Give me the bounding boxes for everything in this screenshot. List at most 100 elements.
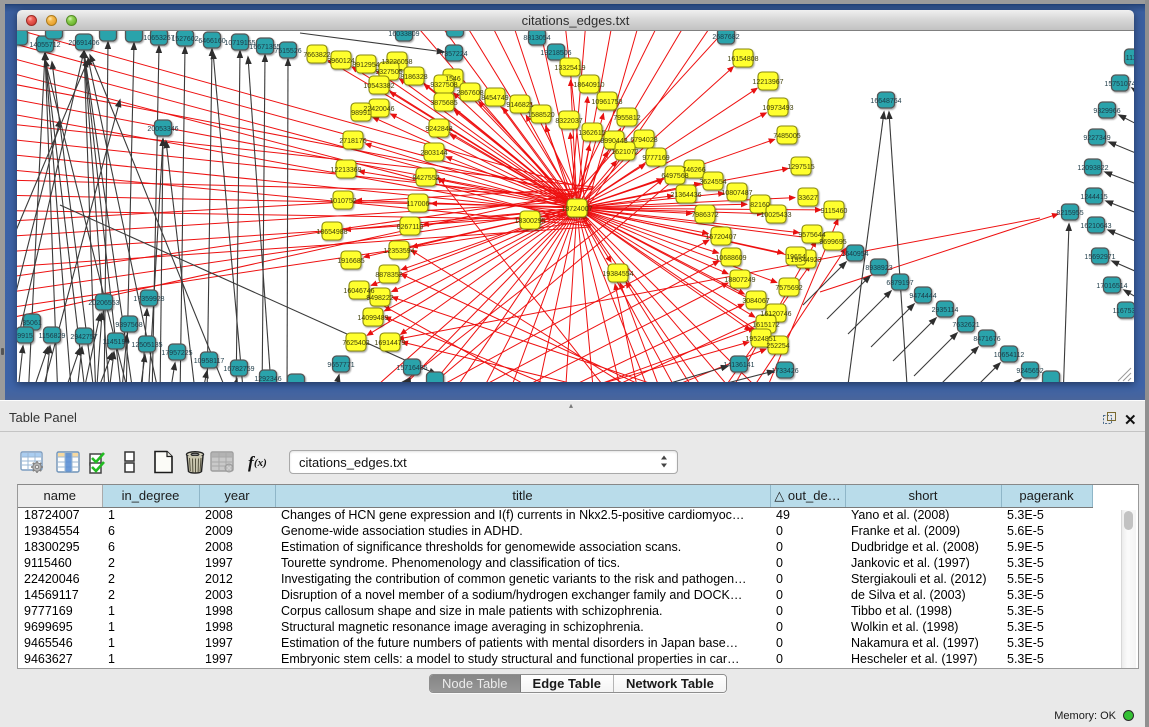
svg-text:98991: 98991: [351, 110, 371, 117]
svg-text:1527602: 1527602: [171, 36, 198, 43]
svg-text:7357224: 7357224: [440, 51, 467, 58]
svg-text:9227349: 9227349: [1083, 135, 1110, 142]
svg-text:9242848: 9242848: [425, 126, 452, 133]
svg-text:2718176: 2718176: [339, 138, 366, 145]
svg-text:8813054: 8813054: [523, 35, 550, 42]
svg-text:16782759: 16782759: [223, 366, 254, 373]
svg-text:16033809: 16033809: [388, 31, 419, 38]
svg-text:9146821: 9146821: [506, 102, 533, 109]
svg-text:6466160: 6466160: [198, 38, 225, 45]
svg-text:252254: 252254: [766, 343, 789, 350]
svg-text:2803144: 2803144: [420, 150, 447, 157]
svg-text:15720407: 15720407: [705, 234, 736, 241]
svg-text:7986372: 7986372: [691, 212, 718, 219]
svg-text:20053346: 20053346: [147, 126, 178, 133]
svg-text:12213369: 12213369: [330, 167, 361, 174]
svg-text:18724007: 18724007: [561, 206, 592, 213]
svg-text:15751074: 15751074: [1104, 81, 1134, 88]
svg-text:12213967: 12213967: [752, 79, 783, 86]
svg-text:1640954: 1640954: [841, 251, 868, 258]
svg-text:17957225: 17957225: [161, 350, 192, 357]
svg-text:1733426: 1733426: [771, 368, 798, 375]
svg-text:9777169: 9777169: [642, 155, 669, 162]
svg-text:1297515: 1297515: [787, 164, 814, 171]
svg-text:9575644: 9575644: [798, 232, 825, 239]
svg-text:6794028: 6794028: [630, 137, 657, 144]
svg-text:8471676: 8471676: [973, 336, 1000, 343]
svg-text:1156829: 1156829: [39, 333, 66, 340]
svg-text:3624554: 3624554: [699, 179, 726, 186]
svg-text:16046746: 16046746: [343, 288, 374, 295]
svg-text:(x): (x): [254, 457, 267, 469]
svg-text:19654: 19654: [786, 254, 806, 261]
svg-text:16648764: 16648764: [870, 98, 901, 105]
svg-text:19218506: 19218506: [540, 50, 571, 57]
svg-text:7515526: 7515526: [274, 48, 301, 55]
svg-text:9327505: 9327505: [375, 69, 402, 76]
svg-text:8878352: 8878352: [375, 272, 402, 279]
svg-text:82160: 82160: [750, 202, 770, 209]
svg-text:10973493: 10973493: [762, 105, 793, 112]
svg-text:3960124: 3960124: [327, 58, 354, 65]
svg-text:17016514: 17016514: [1096, 283, 1127, 290]
svg-text:12353594: 12353594: [383, 248, 414, 255]
svg-text:33627: 33627: [798, 195, 818, 202]
svg-text:6497568: 6497568: [661, 173, 688, 180]
svg-text:2867608: 2867608: [456, 90, 483, 97]
svg-text:18807249: 18807249: [724, 277, 755, 284]
svg-text:16210643: 16210643: [1080, 223, 1111, 230]
svg-text:13325419: 13325419: [554, 65, 585, 72]
svg-text:9498222: 9498222: [366, 295, 393, 302]
svg-text:1615172: 1615172: [752, 322, 779, 329]
svg-text:9327508: 9327508: [430, 82, 457, 89]
svg-text:35061: 35061: [22, 320, 42, 327]
svg-text:20206553: 20206553: [88, 300, 119, 307]
svg-text:8427552: 8427552: [412, 175, 439, 182]
svg-text:2942757: 2942757: [70, 334, 97, 341]
svg-text:14099489: 14099489: [357, 315, 388, 322]
svg-text:15716485: 15716485: [396, 365, 427, 372]
svg-text:1621072: 1621072: [611, 149, 638, 156]
svg-text:10961758: 10961758: [591, 99, 622, 106]
svg-text:1112: 1112: [1126, 55, 1134, 62]
svg-text:7632621: 7632621: [952, 322, 979, 329]
svg-text:8267110: 8267110: [397, 224, 424, 231]
svg-text:18654988: 18654988: [316, 229, 347, 236]
svg-text:17359928: 17359928: [133, 296, 164, 303]
svg-text:9329966: 9329966: [1093, 108, 1120, 115]
svg-text:10653267: 10653267: [143, 35, 174, 42]
svg-text:9657771: 9657771: [327, 362, 354, 369]
svg-text:20691406: 20691406: [68, 40, 99, 47]
svg-text:12093822: 12093822: [1077, 165, 1108, 172]
svg-text:9915: 9915: [17, 333, 33, 340]
svg-text:19384554: 19384554: [602, 271, 633, 278]
svg-text:1167534: 1167534: [1113, 308, 1134, 315]
svg-text:2935114: 2935114: [932, 307, 959, 314]
svg-text:1362615: 1362615: [578, 130, 605, 137]
svg-text:18300295: 18300295: [514, 218, 545, 225]
svg-text:6879197: 6879197: [886, 280, 913, 287]
svg-text:9115460: 9115460: [821, 208, 848, 215]
svg-text:1588520: 1588520: [527, 112, 554, 119]
svg-text:8990443: 8990443: [600, 138, 627, 145]
svg-text:9474444: 9474444: [909, 293, 936, 300]
svg-text:21364436: 21364436: [670, 192, 701, 199]
svg-text:1916685: 1916685: [337, 258, 364, 265]
svg-text:3084067: 3084067: [742, 298, 769, 305]
svg-text:1010752: 1010752: [329, 198, 356, 205]
svg-text:8454749: 8454749: [481, 95, 508, 102]
svg-text:1244415: 1244415: [1080, 194, 1107, 201]
svg-text:10654112: 10654112: [994, 352, 1025, 359]
svg-text:19524851: 19524851: [745, 336, 776, 343]
svg-text:9245652: 9245652: [1016, 368, 1043, 375]
svg-text:16154808: 16154808: [727, 56, 758, 63]
svg-text:10688609: 10688609: [715, 255, 746, 262]
svg-text:8912954: 8912954: [352, 62, 379, 69]
svg-text:16914479: 16914479: [374, 340, 405, 347]
svg-text:16120746: 16120746: [760, 311, 791, 318]
svg-text:1145194: 1145194: [103, 339, 130, 346]
svg-text:7485005: 7485005: [773, 133, 800, 140]
svg-text:2687682: 2687682: [712, 34, 739, 41]
svg-text:14136141: 14136141: [723, 362, 754, 369]
svg-text:12505135: 12505135: [131, 342, 162, 349]
